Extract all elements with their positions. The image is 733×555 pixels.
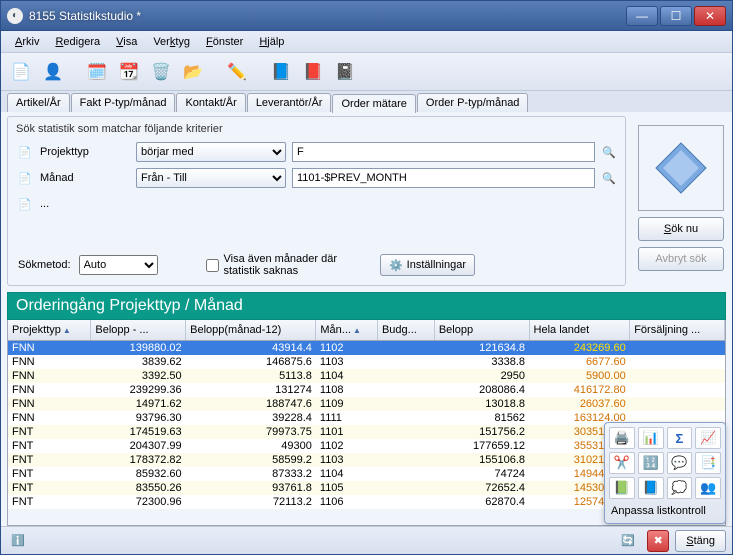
menu-hjalp[interactable]: Hjälp <box>253 34 290 50</box>
tool-calendar-delete-icon[interactable]: 🗑️ <box>147 58 175 86</box>
criteria-row-manad: 📄 Månad Från - Till 🔍 <box>16 167 617 189</box>
col-hela-landet[interactable]: Hela landet <box>529 320 630 340</box>
status-refresh-icon[interactable]: 🔄 <box>617 530 639 552</box>
popup-users-icon[interactable]: 👥 <box>695 477 721 499</box>
close-button-footer[interactable]: Stäng <box>675 530 726 552</box>
menubar: Arkiv Redigera Visa Verktyg Fönster Hjäl… <box>1 31 732 53</box>
tab-leverantor-ar[interactable]: Leverantör/År <box>247 93 332 112</box>
row-doc-icon: 📄 <box>16 198 34 211</box>
table-row[interactable]: FNN3839.62146875.611033338.86677.60 <box>8 355 725 369</box>
tool-add-user-icon[interactable]: 👤 <box>39 58 67 86</box>
app-icon: ◐ <box>7 8 23 24</box>
tool-book-red-icon[interactable]: 📕 <box>299 58 327 86</box>
menu-fonster[interactable]: Fönster <box>200 34 249 50</box>
tool-book-purple-icon[interactable]: 📓 <box>331 58 359 86</box>
col-budget[interactable]: Budg... <box>377 320 434 340</box>
col-belopp[interactable]: Belopp <box>434 320 529 340</box>
popup-cut-icon[interactable]: ✂️ <box>609 452 635 474</box>
table-row[interactable]: FNN139880.0243914.41102121634.8243269.60 <box>8 340 725 355</box>
col-forsaljning[interactable]: Försäljning ... <box>630 320 725 340</box>
tool-book-blue-icon[interactable]: 📘 <box>267 58 295 86</box>
cancel-search-button: Avbryt sök <box>638 247 724 271</box>
menu-visa[interactable]: Visa <box>110 34 143 50</box>
tool-calendar-edit-icon[interactable]: 📆 <box>115 58 143 86</box>
status-info-icon: ℹ️ <box>7 530 29 552</box>
popup-report-add-icon[interactable]: 📑 <box>695 452 721 474</box>
popup-print-icon[interactable]: 🖨️ <box>609 427 635 449</box>
show-missing-checkbox-input[interactable] <box>206 259 219 272</box>
menu-arkiv[interactable]: Arkiv <box>9 34 45 50</box>
table-row[interactable]: FNN239299.361312741108208086.4416172.80 <box>8 383 725 397</box>
popup-word-icon[interactable]: 📘 <box>638 477 664 499</box>
menu-redigera[interactable]: Redigera <box>49 34 106 50</box>
lookup-icon[interactable]: 🔍 <box>601 172 617 185</box>
col-projekttyp[interactable]: Projekttyp▲ <box>8 320 91 340</box>
criteria-value-input[interactable] <box>292 168 595 188</box>
row-doc-icon: 📄 <box>16 172 34 185</box>
search-now-button[interactable]: Sök nu <box>638 217 724 241</box>
search-method-select[interactable]: Auto <box>79 255 159 275</box>
tab-order-ptyp-manad[interactable]: Order P-typ/månad <box>417 93 529 112</box>
search-criteria-group: Sök statistik som matchar följande krite… <box>7 116 626 286</box>
menu-verktyg[interactable]: Verktyg <box>147 34 196 50</box>
popup-plot-add-icon[interactable]: 📈 <box>695 427 721 449</box>
search-method-label: Sökmetod: <box>18 259 71 271</box>
col-belopp-diff[interactable]: Belopp - ... <box>91 320 186 340</box>
list-control-popup: 🖨️ 📊 Σ 📈 ✂️ 🔢 💬 📑 📗 📘 💭 👥 Anpassa listko… <box>604 422 726 524</box>
criteria-label: ... <box>40 198 130 210</box>
popup-numbers-icon[interactable]: 🔢 <box>638 452 664 474</box>
minimize-button[interactable]: — <box>626 6 658 26</box>
criteria-value-input[interactable] <box>292 142 595 162</box>
gear-icon: ⚙️ <box>389 259 403 272</box>
tab-kontakt-ar[interactable]: Kontakt/År <box>176 93 245 112</box>
toolbar: 📄 👤 🗓️ 📆 🗑️ 📂 ✏️ 📘 📕 📓 <box>1 53 732 91</box>
table-row[interactable]: FNN14971.62188747.6110913018.826037.60 <box>8 397 725 411</box>
tab-artikel-ar[interactable]: Artikel/År <box>7 93 70 112</box>
status-close-icon[interactable]: ✖ <box>647 530 669 552</box>
popup-caption: Anpassa listkontroll <box>609 503 721 519</box>
criteria-operator-select[interactable]: börjar med <box>136 142 286 162</box>
tabstrip: Artikel/År Fakt P-typ/månad Kontakt/År L… <box>1 91 732 112</box>
show-missing-label: Visa även månader där statistik saknas <box>223 253 371 277</box>
criteria-label: Projekttyp <box>40 146 130 158</box>
tool-calendar-add-icon[interactable]: 🗓️ <box>83 58 111 86</box>
window-title: 8155 Statistikstudio * <box>29 9 626 23</box>
criteria-label: Månad <box>40 172 130 184</box>
col-manad[interactable]: Mån...▲ <box>316 320 378 340</box>
grid-title: Orderingång Projekttyp / Månad <box>7 292 726 320</box>
grid-header-row: Projekttyp▲ Belopp - ... Belopp(månad-12… <box>8 320 725 340</box>
tool-document-icon[interactable]: 📄 <box>7 58 35 86</box>
titlebar: ◐ 8155 Statistikstudio * — ☐ ✕ <box>0 0 733 30</box>
maximize-button[interactable]: ☐ <box>660 6 692 26</box>
tool-folder-icon[interactable]: 📂 <box>179 58 207 86</box>
popup-excel-icon[interactable]: 📗 <box>609 477 635 499</box>
criteria-operator-select[interactable]: Från - Till <box>136 168 286 188</box>
col-belopp-m12[interactable]: Belopp(månad-12) <box>186 320 316 340</box>
search-group-label: Sök statistik som matchar följande krite… <box>16 123 617 135</box>
tool-edit-icon[interactable]: ✏️ <box>223 58 251 86</box>
lookup-icon[interactable]: 🔍 <box>601 146 617 159</box>
criteria-row-projekttyp: 📄 Projekttyp börjar med 🔍 <box>16 141 617 163</box>
settings-label: Inställningar <box>407 259 466 271</box>
show-missing-months-checkbox[interactable]: Visa även månader där statistik saknas <box>206 253 371 277</box>
close-button[interactable]: ✕ <box>694 6 726 26</box>
criteria-row-empty: 📄 ... <box>16 193 617 215</box>
preview-pane <box>638 125 724 211</box>
row-doc-icon: 📄 <box>16 146 34 159</box>
table-row[interactable]: FNN3392.505113.8110429505900.00 <box>8 369 725 383</box>
popup-sigma-icon[interactable]: Σ <box>667 427 693 449</box>
popup-comment-icon[interactable]: 💭 <box>667 477 693 499</box>
popup-comment-add-icon[interactable]: 💬 <box>667 452 693 474</box>
statusbar: ℹ️ 🔄 ✖ Stäng <box>1 526 732 554</box>
close-label: Stäng <box>686 535 715 547</box>
settings-button[interactable]: ⚙️ Inställningar <box>380 254 475 276</box>
popup-chart-icon[interactable]: 📊 <box>638 427 664 449</box>
tab-order-matare[interactable]: Order mätare <box>332 94 415 113</box>
tab-fakt-ptyp-manad[interactable]: Fakt P-typ/månad <box>71 93 176 112</box>
